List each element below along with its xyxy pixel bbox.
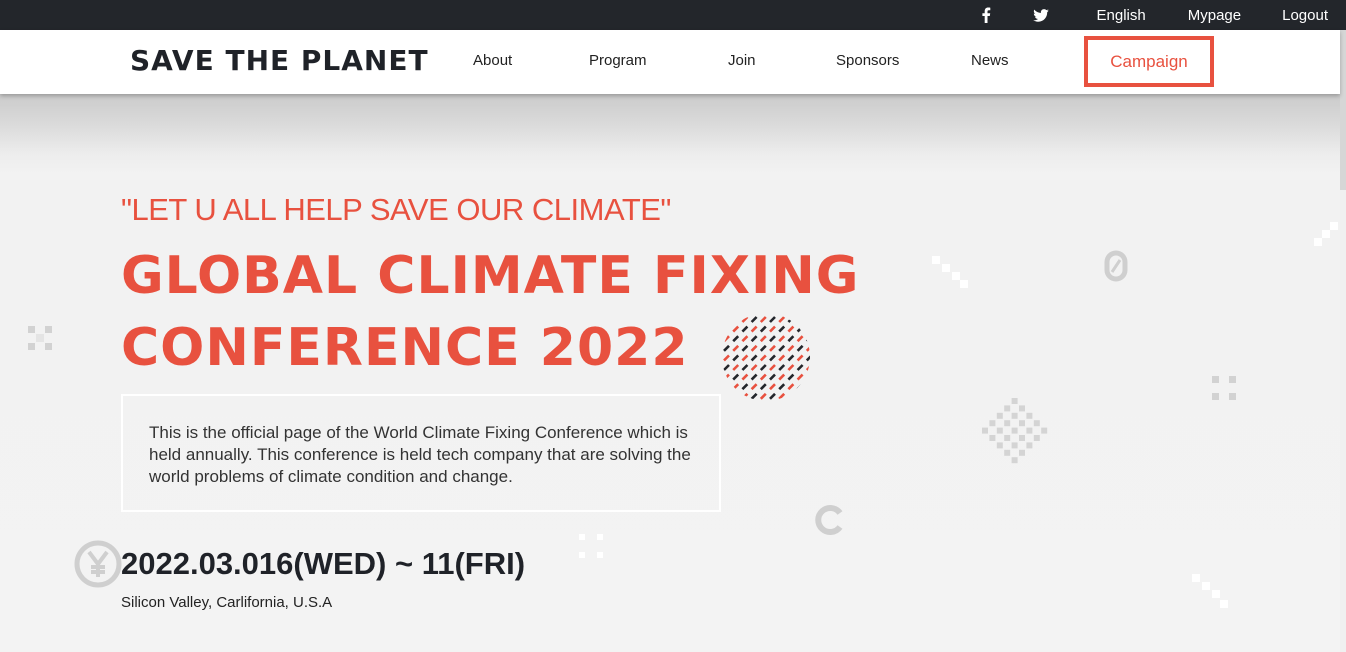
main-header: SAVE THE PLANET About Program Join Spons… <box>0 30 1340 94</box>
decorative-x-icon <box>579 534 603 558</box>
decorative-diamond-pattern <box>982 398 1048 464</box>
facebook-icon[interactable] <box>981 7 991 23</box>
nav-item-sponsors[interactable]: Sponsors <box>836 52 899 69</box>
description-box: This is the official page of the World C… <box>121 394 721 512</box>
event-location: Silicon Valley, Carlifornia, U.S.A <box>121 594 333 611</box>
logout-link[interactable]: Logout <box>1282 7 1328 24</box>
mypage-link[interactable]: Mypage <box>1188 7 1241 24</box>
decorative-pixel-squares <box>1314 222 1338 246</box>
event-date: 2022.03.016(WED) ~ 11(FRI) <box>121 546 526 581</box>
nav-item-news[interactable]: News <box>971 52 1009 69</box>
hero-title-line-2: CONFERENCE 2022 <box>121 318 689 378</box>
decorative-x-icon <box>1212 376 1236 400</box>
hero-title-line-1: GLOBAL CLIMATE FIXING <box>121 246 860 306</box>
twitter-icon[interactable] <box>1032 8 1049 22</box>
hero-title: GLOBAL CLIMATE FIXING CONFERENCE 2022 <box>121 240 860 384</box>
hero-tagline: "LET U ALL HELP SAVE OUR CLIMATE" <box>121 192 671 227</box>
scrollbar-thumb[interactable] <box>1340 30 1346 190</box>
nav-item-join[interactable]: Join <box>728 52 756 69</box>
hero-banner-image <box>0 94 1340 154</box>
decorative-c-shape <box>815 505 843 535</box>
decorative-yen-coin <box>74 540 122 588</box>
description-text: This is the official page of the World C… <box>149 423 691 486</box>
top-utility-bar: English Mypage Logout <box>0 0 1346 30</box>
page-scrollbar[interactable] <box>1340 30 1346 652</box>
nav-item-about[interactable]: About <box>473 52 512 69</box>
decorative-x-icon <box>28 326 52 350</box>
decorative-pixel-squares <box>1192 574 1228 608</box>
campaign-button[interactable]: Campaign <box>1084 36 1214 87</box>
language-link[interactable]: English <box>1097 7 1146 24</box>
site-logo[interactable]: SAVE THE PLANET <box>130 44 429 77</box>
decorative-zero-shape <box>1104 250 1128 282</box>
nav-item-program[interactable]: Program <box>589 52 647 69</box>
decorative-pixel-squares <box>932 256 968 288</box>
